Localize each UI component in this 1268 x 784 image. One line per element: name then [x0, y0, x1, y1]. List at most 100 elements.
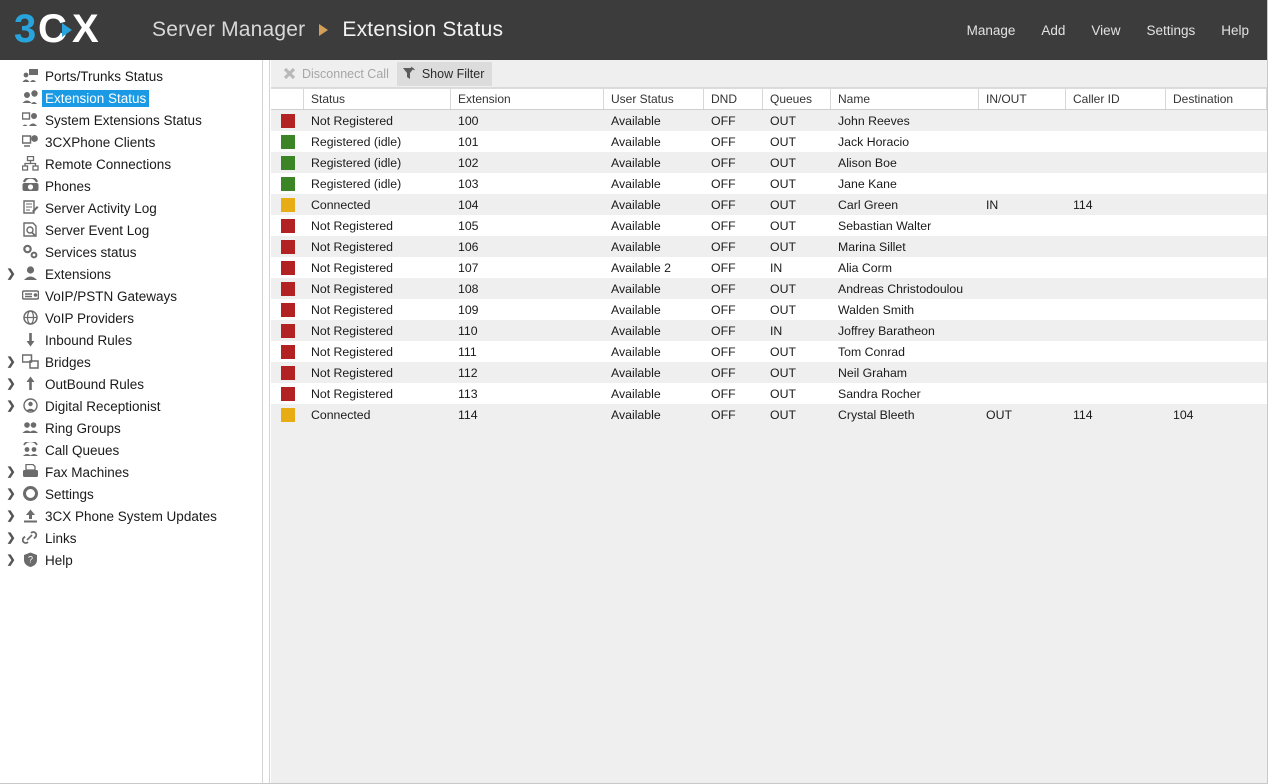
- sidebar-item-digital-receptionist[interactable]: ❯Digital Receptionist: [0, 395, 262, 417]
- sidebar-item-system-extensions-status[interactable]: System Extensions Status: [0, 109, 262, 131]
- breadcrumb-root[interactable]: Server Manager: [152, 18, 305, 42]
- table-row[interactable]: Not Registered112AvailableOFFOUTNeil Gra…: [271, 362, 1267, 383]
- chevron-right-icon[interactable]: ❯: [4, 555, 18, 566]
- cell-queues: OUT: [763, 383, 831, 404]
- cell-destination: [1166, 194, 1267, 215]
- table-row[interactable]: Not Registered109AvailableOFFOUTWalden S…: [271, 299, 1267, 320]
- table-row[interactable]: Not Registered110AvailableOFFINJoffrey B…: [271, 320, 1267, 341]
- sidebar-splitter[interactable]: [262, 60, 270, 783]
- status-color-swatch: [281, 387, 295, 401]
- menu-item-view[interactable]: View: [1091, 23, 1120, 38]
- chevron-right-icon[interactable]: ❯: [4, 467, 18, 478]
- phone-clients-icon: [18, 133, 42, 151]
- cell-status: Not Registered: [304, 215, 451, 236]
- sidebar-item-call-queues[interactable]: Call Queues: [0, 439, 262, 461]
- sidebar-item-bridges[interactable]: ❯Bridges: [0, 351, 262, 373]
- table-row[interactable]: Registered (idle)101AvailableOFFOUTJack …: [271, 131, 1267, 152]
- sidebar-item-remote-connections[interactable]: Remote Connections: [0, 153, 262, 175]
- show-filter-button[interactable]: Show Filter: [397, 62, 493, 86]
- cell-name: Marina Sillet: [831, 236, 979, 257]
- cell-extension: 109: [451, 299, 604, 320]
- chevron-right-icon[interactable]: ❯: [4, 489, 18, 500]
- table-row[interactable]: Registered (idle)102AvailableOFFOUTAliso…: [271, 152, 1267, 173]
- cell-dnd: OFF: [704, 173, 763, 194]
- sidebar-item-inbound-rules[interactable]: Inbound Rules: [0, 329, 262, 351]
- cell-name: Jack Horacio: [831, 131, 979, 152]
- table-row[interactable]: Not Registered108AvailableOFFOUTAndreas …: [271, 278, 1267, 299]
- sidebar-item-3cxphone-clients[interactable]: 3CXPhone Clients: [0, 131, 262, 153]
- table-row[interactable]: Not Registered100AvailableOFFOUTJohn Ree…: [271, 110, 1267, 131]
- disconnect-call-button[interactable]: Disconnect Call: [277, 62, 397, 86]
- sidebar-item-voip-pstn-gateways[interactable]: VoIP/PSTN Gateways: [0, 285, 262, 307]
- chevron-right-icon[interactable]: ❯: [4, 533, 18, 544]
- sidebar-item-settings[interactable]: ❯Settings: [0, 483, 262, 505]
- cell-user_status: Available: [604, 236, 704, 257]
- table-row[interactable]: Connected104AvailableOFFOUTCarl GreenIN1…: [271, 194, 1267, 215]
- column-header-caller_id[interactable]: Caller ID: [1066, 89, 1166, 109]
- gateway-icon: [18, 287, 42, 305]
- menu-item-add[interactable]: Add: [1041, 23, 1065, 38]
- column-header-ind[interactable]: [271, 89, 304, 109]
- ports-trunks-icon: [18, 67, 42, 85]
- column-header-destination[interactable]: Destination: [1166, 89, 1267, 109]
- sidebar-item-fax-machines[interactable]: ❯Fax Machines: [0, 461, 262, 483]
- menu-item-settings[interactable]: Settings: [1146, 23, 1195, 38]
- column-header-name[interactable]: Name: [831, 89, 979, 109]
- menu-item-manage[interactable]: Manage: [967, 23, 1016, 38]
- chevron-right-icon[interactable]: ❯: [4, 401, 18, 412]
- sidebar-item-server-activity-log[interactable]: Server Activity Log: [0, 197, 262, 219]
- sidebar-item-help[interactable]: ❯?Help: [0, 549, 262, 571]
- cell-extension: 112: [451, 362, 604, 383]
- cell-dnd: OFF: [704, 215, 763, 236]
- sidebar-item-3cx-phone-system-updates[interactable]: ❯3CX Phone System Updates: [0, 505, 262, 527]
- sidebar-item-phones[interactable]: Phones: [0, 175, 262, 197]
- column-header-dnd[interactable]: DND: [704, 89, 763, 109]
- chevron-right-icon[interactable]: ❯: [4, 379, 18, 390]
- table-row[interactable]: Connected114AvailableOFFOUTCrystal Bleet…: [271, 404, 1267, 425]
- cell-name: Tom Conrad: [831, 341, 979, 362]
- menu-item-help[interactable]: Help: [1221, 23, 1249, 38]
- table-row[interactable]: Not Registered105AvailableOFFOUTSebastia…: [271, 215, 1267, 236]
- table-row[interactable]: Not Registered106AvailableOFFOUTMarina S…: [271, 236, 1267, 257]
- column-header-inout[interactable]: IN/OUT: [979, 89, 1066, 109]
- chevron-right-icon[interactable]: ❯: [4, 511, 18, 522]
- cell-dnd: OFF: [704, 383, 763, 404]
- cell-user_status: Available: [604, 152, 704, 173]
- sidebar-item-label: Extensions: [42, 266, 114, 283]
- table-row[interactable]: Registered (idle)103AvailableOFFOUTJane …: [271, 173, 1267, 194]
- sidebar-item-extension-status[interactable]: Extension Status: [0, 87, 262, 109]
- sidebar-item-ports-trunks-status[interactable]: Ports/Trunks Status: [0, 65, 262, 87]
- cell-status: Not Registered: [304, 362, 451, 383]
- grid-header-row: StatusExtensionUser StatusDNDQueuesNameI…: [271, 88, 1267, 110]
- sidebar-item-services-status[interactable]: Services status: [0, 241, 262, 263]
- table-row[interactable]: Not Registered113AvailableOFFOUTSandra R…: [271, 383, 1267, 404]
- cell-dnd: OFF: [704, 362, 763, 383]
- chevron-right-icon[interactable]: ❯: [4, 357, 18, 368]
- sidebar-item-server-event-log[interactable]: Server Event Log: [0, 219, 262, 241]
- gear-icon: [18, 485, 42, 503]
- column-header-extension[interactable]: Extension: [451, 89, 604, 109]
- disconnect-call-label: Disconnect Call: [302, 67, 389, 81]
- table-row[interactable]: Not Registered111AvailableOFFOUTTom Conr…: [271, 341, 1267, 362]
- sidebar-item-links[interactable]: ❯Links: [0, 527, 262, 549]
- sidebar-item-outbound-rules[interactable]: ❯OutBound Rules: [0, 373, 262, 395]
- chevron-right-icon[interactable]: ❯: [4, 269, 18, 280]
- cell-dnd: OFF: [704, 152, 763, 173]
- cell-destination: [1166, 278, 1267, 299]
- cell-destination: [1166, 257, 1267, 278]
- app-logo: 3 C X: [0, 0, 140, 60]
- sidebar-nav: Ports/Trunks StatusExtension StatusSyste…: [0, 60, 262, 783]
- cell-extension: 111: [451, 341, 604, 362]
- grid-empty-space: [271, 425, 1267, 783]
- sidebar-item-ring-groups[interactable]: Ring Groups: [0, 417, 262, 439]
- table-row[interactable]: Not Registered107Available 2OFFINAlia Co…: [271, 257, 1267, 278]
- sidebar-item-voip-providers[interactable]: VoIP Providers: [0, 307, 262, 329]
- column-header-user_status[interactable]: User Status: [604, 89, 704, 109]
- column-header-status[interactable]: Status: [304, 89, 451, 109]
- status-indicator: [271, 131, 304, 152]
- extension-status-icon: [18, 89, 42, 107]
- cell-destination: [1166, 236, 1267, 257]
- column-header-queues[interactable]: Queues: [763, 89, 831, 109]
- cell-inout: [979, 236, 1066, 257]
- sidebar-item-extensions[interactable]: ❯ Extensions: [0, 263, 262, 285]
